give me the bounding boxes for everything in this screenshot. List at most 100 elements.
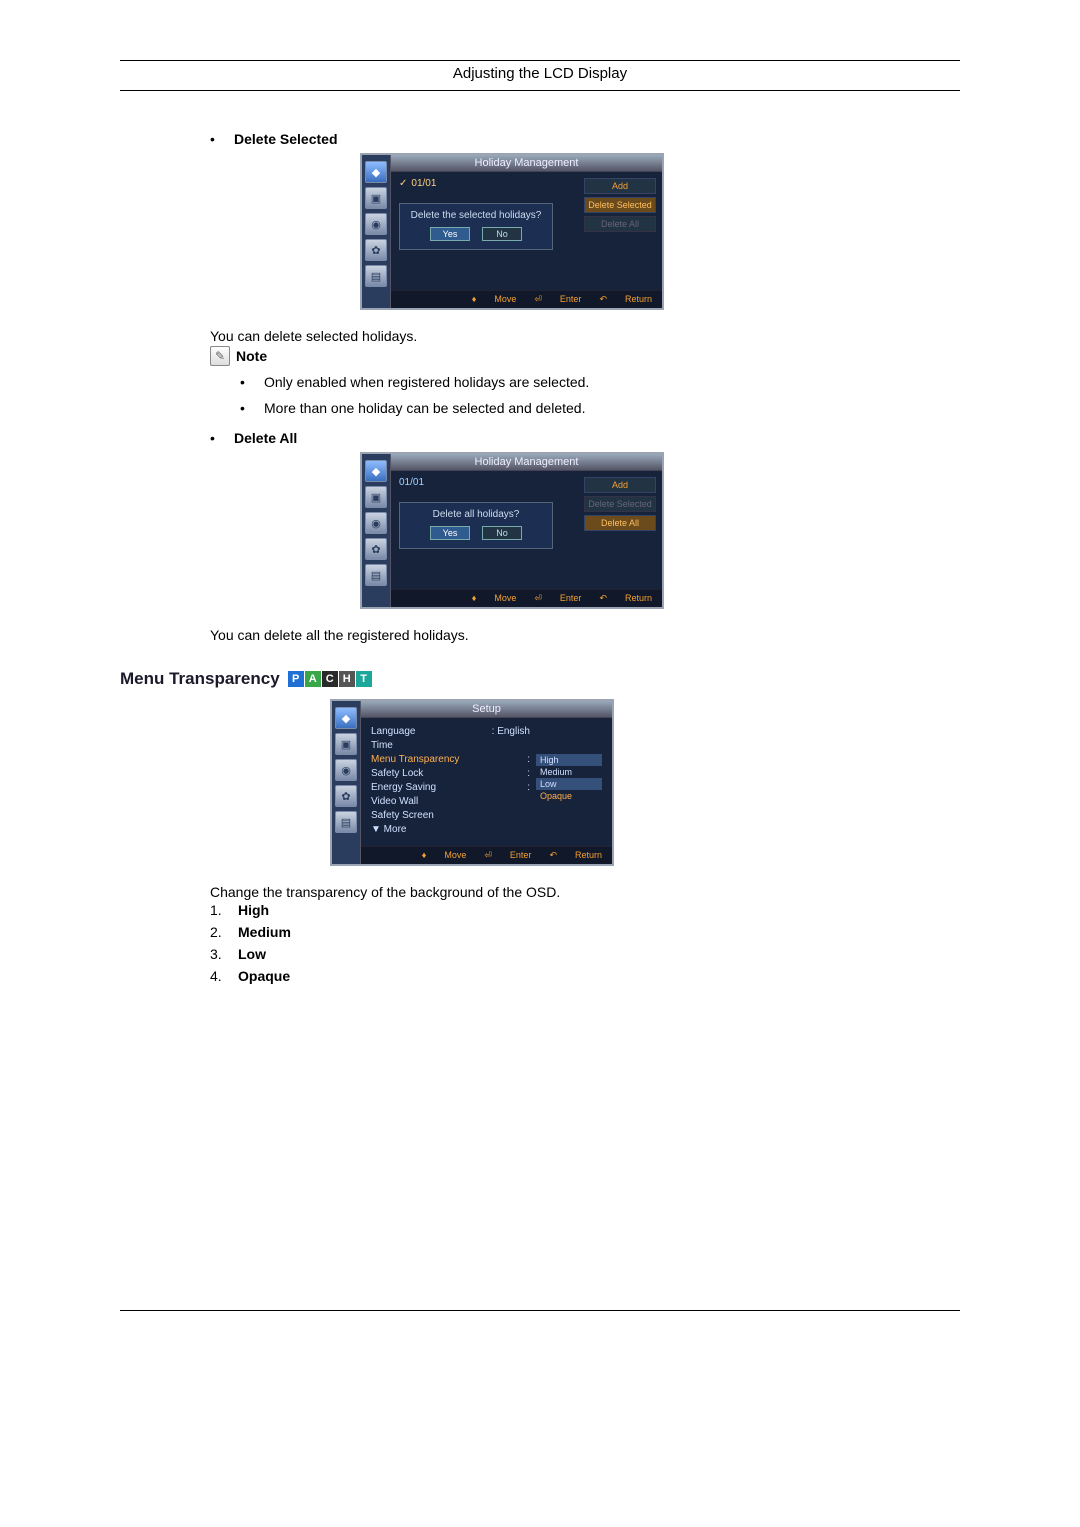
dialog-question: Delete all holidays? [406, 509, 546, 520]
holiday-entry: ✓ 01/01 [399, 178, 576, 189]
nav-icon-1: ◆ [365, 460, 387, 482]
transparency-options: High Medium Low Opaque [536, 726, 602, 838]
side-delete-all-button[interactable]: Delete All [584, 515, 656, 531]
dialog-yes-button[interactable]: Yes [430, 227, 470, 241]
bullet-icon: • [210, 131, 234, 147]
delete-all-desc: You can delete all the registered holida… [210, 627, 950, 643]
return-hint-icon: ↶ [599, 294, 607, 305]
side-add-button[interactable]: Add [584, 178, 656, 194]
confirm-dialog: Delete the selected holidays? Yes No [399, 203, 553, 250]
osd-screenshot-setup: ◆ ▣ ◉ ✿ ▤ Setup Language: English Time M… [330, 699, 950, 866]
confirm-dialog: Delete all holidays? Yes No [399, 502, 553, 549]
osd-title: Holiday Management [391, 454, 662, 471]
delete-selected-desc: You can delete selected holidays. [210, 328, 950, 344]
check-icon: ✓ [399, 178, 407, 189]
opt-opaque[interactable]: Opaque [536, 790, 602, 802]
osd-screenshot-delete-selected: ◆ ▣ ◉ ✿ ▤ Holiday Management ✓ 01/01 Dele… [360, 153, 950, 310]
opt-high[interactable]: High [536, 754, 602, 766]
enter-hint: Enter [560, 294, 582, 305]
delete-all-heading: Delete All [234, 430, 297, 446]
side-delete-all-button[interactable]: Delete All [584, 216, 656, 232]
badge-t: T [356, 671, 372, 687]
num-3: 3. [210, 946, 238, 962]
enter-hint-icon: ⏎ [534, 294, 542, 305]
return-hint: Return [625, 593, 652, 604]
setup-video-wall-label: Video Wall [371, 796, 418, 807]
dialog-yes-button[interactable]: Yes [430, 526, 470, 540]
osd-screenshot-delete-all: ◆ ▣ ◉ ✿ ▤ Holiday Management 01/01 Delet… [360, 452, 950, 609]
num-4: 4. [210, 968, 238, 984]
return-hint: Return [575, 850, 602, 861]
move-hint: Move [494, 593, 516, 604]
delete-all-heading-row: • Delete All [210, 430, 950, 446]
nav-icon-5: ▤ [365, 564, 387, 586]
source-badges: P A C H T [288, 671, 372, 687]
return-hint-icon: ↶ [599, 593, 607, 604]
osd-title: Holiday Management [391, 155, 662, 172]
side-delete-selected-button[interactable]: Delete Selected [584, 496, 656, 512]
return-hint: Return [625, 294, 652, 305]
osd-nav-icons: ◆ ▣ ◉ ✿ ▤ [362, 155, 391, 308]
bullet-icon: • [240, 374, 264, 390]
osd-side-buttons: Add Delete Selected Delete All [584, 477, 656, 583]
nav-icon-4: ✿ [335, 785, 357, 807]
osd-nav-icons: ◆ ▣ ◉ ✿ ▤ [362, 454, 391, 607]
opt-medium[interactable]: Medium [536, 766, 602, 778]
setup-menu-list: Language: English Time Menu Transparency… [371, 726, 530, 838]
delete-selected-heading-row: • Delete Selected [210, 131, 950, 147]
move-hint-icon: ♦ [472, 593, 477, 604]
nav-icon-1: ◆ [335, 707, 357, 729]
nav-icon-3: ◉ [365, 512, 387, 534]
nav-icon-3: ◉ [365, 213, 387, 235]
setup-menu-transparency-label[interactable]: Menu Transparency [371, 754, 459, 765]
note-row: ✎ Note [210, 346, 950, 366]
nav-icon-2: ▣ [335, 733, 357, 755]
note-2: More than one holiday can be selected an… [264, 400, 585, 416]
nav-icon-2: ▣ [365, 187, 387, 209]
osd-main: Holiday Management 01/01 Delete all holi… [391, 454, 662, 607]
osd-hints: ♦Move ⏎Enter ↶Return [361, 846, 612, 864]
delete-selected-heading: Delete Selected [234, 131, 338, 147]
holiday-entry-text: 01/01 [411, 178, 436, 189]
enter-hint: Enter [510, 850, 532, 861]
setup-safety-lock-label: Safety Lock [371, 768, 423, 779]
num-1: 1. [210, 902, 238, 918]
menu-transparency-section: Menu Transparency P A C H T [120, 669, 950, 689]
bullet-icon: • [240, 400, 264, 416]
nav-icon-5: ▤ [335, 811, 357, 833]
page-header: Adjusting the LCD Display [120, 61, 960, 91]
setup-language-label: Language [371, 726, 416, 737]
setup-energy-saving-label: Energy Saving [371, 782, 436, 793]
menu-transparency-desc: Change the transparency of the backgroun… [210, 884, 950, 900]
move-hint: Move [494, 294, 516, 305]
side-delete-selected-button[interactable]: Delete Selected [584, 197, 656, 213]
setup-safety-screen-label: Safety Screen [371, 810, 434, 821]
opt-text-low: Low [238, 946, 266, 962]
enter-hint-icon: ⏎ [534, 593, 542, 604]
opt-text-opaque: Opaque [238, 968, 290, 984]
content: • Delete Selected ◆ ▣ ◉ ✿ ▤ Holiday Mana… [210, 131, 950, 984]
nav-icon-2: ▣ [365, 486, 387, 508]
dialog-no-button[interactable]: No [482, 227, 522, 241]
nav-icon-3: ◉ [335, 759, 357, 781]
dialog-question: Delete the selected holidays? [406, 210, 546, 221]
badge-a: A [305, 671, 321, 687]
num-2: 2. [210, 924, 238, 940]
osd-hints: ♦ Move ⏎ Enter ↶ Return [391, 589, 662, 607]
enter-hint: Enter [560, 593, 582, 604]
dialog-no-button[interactable]: No [482, 526, 522, 540]
move-hint: Move [444, 850, 466, 861]
nav-icon-5: ▤ [365, 265, 387, 287]
note-1: Only enabled when registered holidays ar… [264, 374, 589, 390]
nav-icon-4: ✿ [365, 239, 387, 261]
menu-transparency-heading: Menu Transparency [120, 669, 280, 689]
badge-p: P [288, 671, 304, 687]
enter-hint-icon: ⏎ [484, 850, 492, 861]
nav-icon-1: ◆ [365, 161, 387, 183]
opt-low[interactable]: Low [536, 778, 602, 790]
move-hint-icon: ♦ [472, 294, 477, 305]
setup-more-label[interactable]: ▼ More [371, 824, 406, 835]
holiday-entry: 01/01 [399, 477, 576, 488]
transparency-options-list: 1.High 2.Medium 3.Low 4.Opaque [210, 902, 950, 984]
side-add-button[interactable]: Add [584, 477, 656, 493]
